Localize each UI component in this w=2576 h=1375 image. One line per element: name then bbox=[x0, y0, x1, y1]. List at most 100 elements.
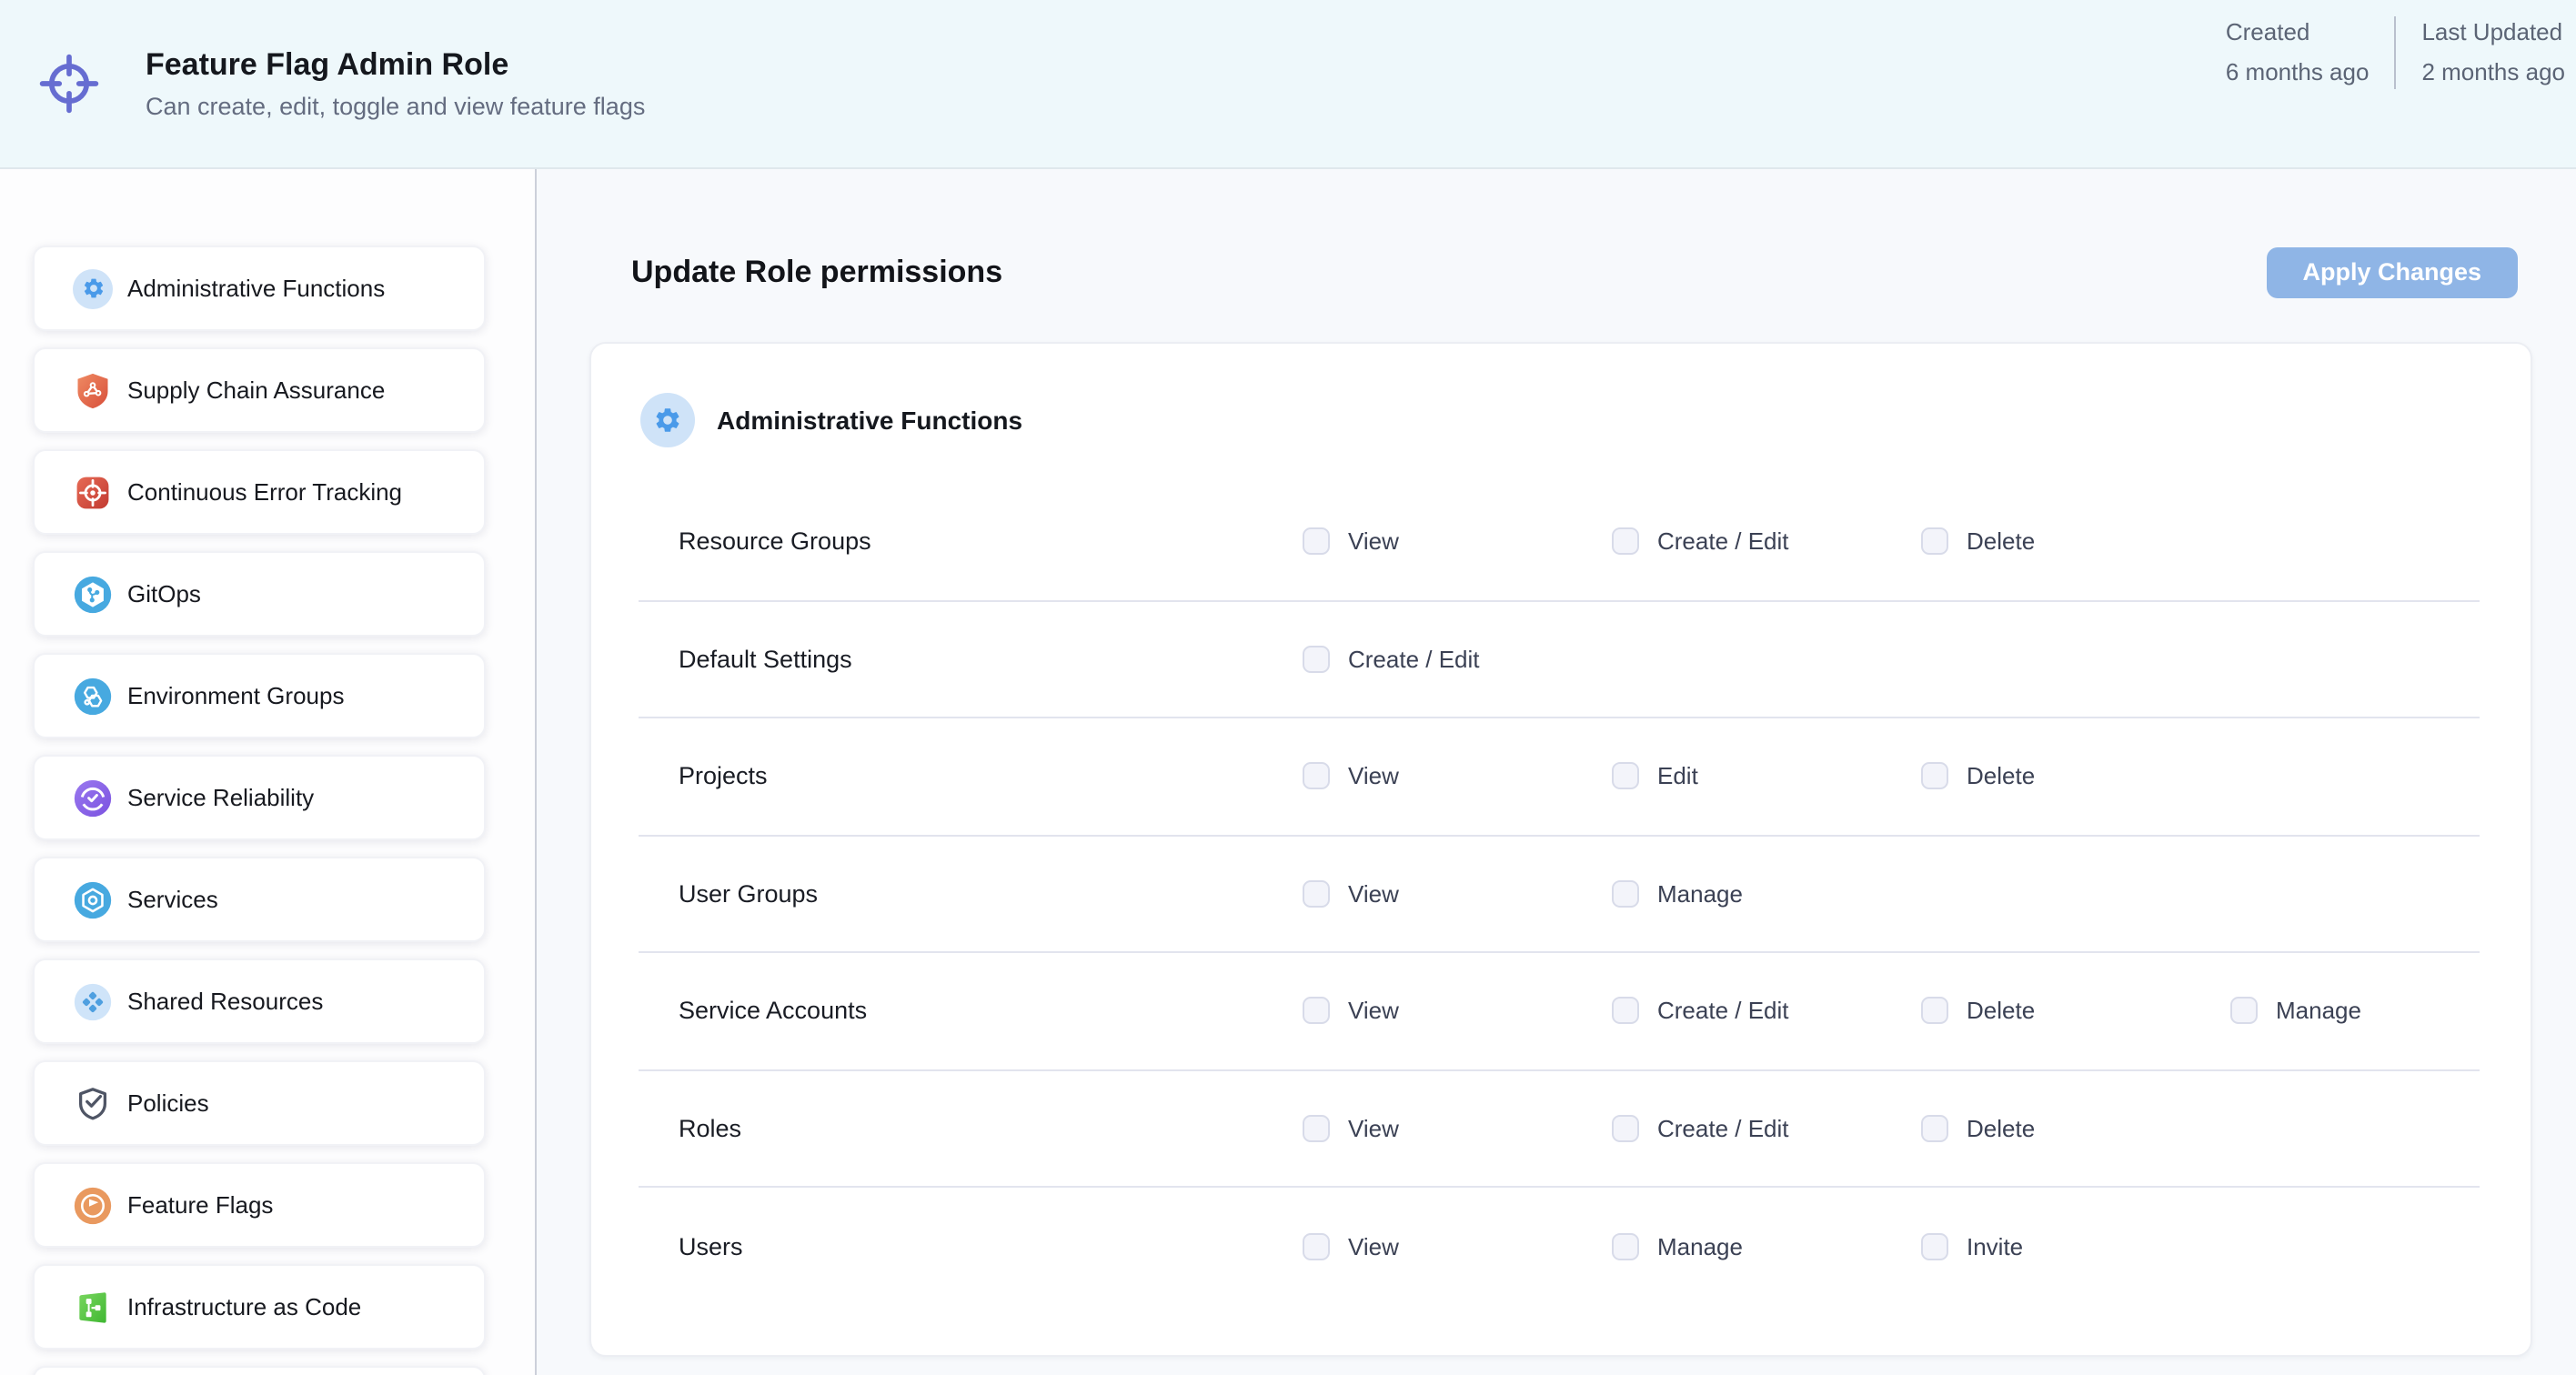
sidebar-item-infrastructure-as-code[interactable]: Infrastructure as Code bbox=[33, 1264, 486, 1350]
sidebar-item-administrative-functions[interactable]: Administrative Functions bbox=[33, 246, 486, 331]
checkbox-unchecked[interactable] bbox=[1612, 763, 1639, 790]
sidebar-item-shared-resources[interactable]: Shared Resources bbox=[33, 958, 486, 1044]
permission-option-view[interactable]: View bbox=[1303, 1115, 1612, 1142]
updated-value: 2 months ago bbox=[2421, 53, 2565, 93]
permission-option-view[interactable]: View bbox=[1303, 1233, 1612, 1260]
sidebar-item-continuous-error-tracking[interactable]: Continuous Error Tracking bbox=[33, 449, 486, 535]
sidebar-item-supply-chain-assurance[interactable]: Supply Chain Assurance bbox=[33, 347, 486, 433]
checkbox-unchecked[interactable] bbox=[1612, 528, 1639, 556]
permission-option-view[interactable]: View bbox=[1303, 528, 1612, 556]
checkbox-unchecked[interactable] bbox=[1303, 1115, 1330, 1142]
checkbox-unchecked[interactable] bbox=[1612, 998, 1639, 1025]
checkbox-label: Edit bbox=[1657, 763, 1698, 790]
permission-option-view[interactable]: View bbox=[1303, 763, 1612, 790]
permission-row-label: Roles bbox=[679, 1115, 1303, 1142]
gear-icon bbox=[73, 268, 113, 308]
checkbox-label: Manage bbox=[1657, 1233, 1743, 1260]
checkbox-unchecked[interactable] bbox=[1303, 528, 1330, 556]
checkbox-unchecked[interactable] bbox=[1612, 1233, 1639, 1260]
permission-option-create-edit[interactable]: Create / Edit bbox=[1612, 1115, 1921, 1142]
permission-row-label: User Groups bbox=[679, 880, 1303, 908]
target-icon bbox=[36, 51, 102, 116]
permission-option-view[interactable]: View bbox=[1303, 998, 1612, 1025]
permission-row-service-accounts: Service AccountsViewCreate / EditDeleteM… bbox=[639, 953, 2480, 1070]
page-subtitle: Can create, edit, toggle and view featur… bbox=[146, 93, 645, 120]
updated-meta: Last Updated 2 months ago bbox=[2421, 13, 2565, 93]
permission-option-create-edit[interactable]: Create / Edit bbox=[1612, 528, 1921, 556]
app-window: Feature Flag Admin Role Can create, edit… bbox=[0, 0, 2576, 1375]
permission-row-label: Users bbox=[679, 1233, 1303, 1260]
sidebar-item-partial[interactable] bbox=[33, 1366, 486, 1375]
checkbox-unchecked[interactable] bbox=[1612, 1115, 1639, 1142]
created-meta: Created 6 months ago bbox=[2226, 13, 2370, 93]
permission-row-resource-groups: Resource Groups View Create / EditDelete bbox=[639, 484, 2480, 601]
checkbox-unchecked[interactable] bbox=[1303, 646, 1330, 673]
permission-row-user-groups: User Groups View Manage bbox=[639, 836, 2480, 953]
checkbox-unchecked[interactable] bbox=[1921, 998, 1948, 1025]
permission-option-manage[interactable]: Manage bbox=[1612, 880, 1921, 908]
permission-option-delete[interactable]: Delete bbox=[1921, 998, 2230, 1025]
checkbox-label: Delete bbox=[1967, 763, 2035, 790]
checkbox-label: Invite bbox=[1967, 1233, 2023, 1260]
permissions-card-title: Administrative Functions bbox=[717, 406, 1022, 435]
permission-row-label: Default Settings bbox=[679, 646, 1303, 673]
checkbox-unchecked[interactable] bbox=[2230, 998, 2258, 1025]
checkbox-label: Manage bbox=[1657, 880, 1743, 908]
shield-network-icon bbox=[73, 370, 113, 410]
hexagon-nut-icon bbox=[73, 879, 113, 919]
checkbox-unchecked[interactable] bbox=[1921, 763, 1948, 790]
sidebar-item-services[interactable]: Services bbox=[33, 857, 486, 942]
permission-option-edit[interactable]: Edit bbox=[1612, 763, 1921, 790]
sidebar-item-label: Supply Chain Assurance bbox=[127, 376, 385, 404]
sidebar-item-label: Environment Groups bbox=[127, 682, 344, 709]
permission-option-manage[interactable]: Manage bbox=[2230, 998, 2483, 1025]
apply-changes-button[interactable]: Apply Changes bbox=[2266, 246, 2518, 297]
permission-option-view[interactable]: View bbox=[1303, 880, 1612, 908]
section-heading: Update Role permissions bbox=[631, 254, 1002, 290]
sidebar-item-service-reliability[interactable]: Service Reliability bbox=[33, 755, 486, 840]
shield-check-icon bbox=[73, 1083, 113, 1123]
resource-sidebar: Administrative Functions Supply Chain Ass… bbox=[0, 169, 537, 1375]
checkbox-unchecked[interactable] bbox=[1921, 1233, 1948, 1260]
permission-row-projects: ProjectsView Edit Delete bbox=[639, 718, 2480, 836]
permission-row-default-settings: Default Settings Create / Edit bbox=[639, 601, 2480, 718]
permissions-card: Administrative Functions Resource Groups… bbox=[589, 342, 2532, 1357]
sidebar-item-label: Shared Resources bbox=[127, 988, 323, 1015]
permission-row-label: Projects bbox=[679, 763, 1303, 790]
diamond-grid-icon bbox=[73, 981, 113, 1021]
sidebar-item-label: Continuous Error Tracking bbox=[127, 478, 402, 506]
checkbox-label: Create / Edit bbox=[1348, 646, 1480, 673]
gear-icon bbox=[640, 393, 695, 447]
sidebar-item-feature-flags[interactable]: Feature Flags bbox=[33, 1162, 486, 1248]
sidebar-item-gitops[interactable]: GitOps bbox=[33, 551, 486, 637]
permission-option-create-edit[interactable]: Create / Edit bbox=[1612, 998, 1921, 1025]
checkbox-label: Delete bbox=[1967, 998, 2035, 1025]
role-meta: Created 6 months ago Last Updated 2 mont… bbox=[2226, 13, 2565, 93]
checkbox-unchecked[interactable] bbox=[1303, 998, 1330, 1025]
sidebar-item-environment-groups[interactable]: Environment Groups bbox=[33, 653, 486, 738]
checkbox-label: View bbox=[1348, 528, 1399, 556]
created-value: 6 months ago bbox=[2226, 53, 2370, 93]
permission-row-label: Resource Groups bbox=[679, 528, 1303, 556]
checkbox-unchecked[interactable] bbox=[1612, 880, 1639, 908]
permission-row-roles: RolesView Create / Edit Delete bbox=[639, 1070, 2480, 1188]
permission-option-create-edit[interactable]: Create / Edit bbox=[1303, 646, 1612, 673]
checkbox-unchecked[interactable] bbox=[1303, 1233, 1330, 1260]
checkbox-unchecked[interactable] bbox=[1921, 528, 1948, 556]
permission-option-delete[interactable]: Delete bbox=[1921, 763, 2230, 790]
permission-option-delete[interactable]: Delete bbox=[1921, 528, 2230, 556]
person-check-icon bbox=[73, 778, 113, 818]
checkbox-label: Create / Edit bbox=[1657, 1115, 1789, 1142]
sidebar-item-label: Administrative Functions bbox=[127, 275, 385, 302]
meta-divider bbox=[2394, 16, 2396, 89]
permission-option-invite[interactable]: Invite bbox=[1921, 1233, 2230, 1260]
sidebar-item-policies[interactable]: Policies bbox=[33, 1060, 486, 1146]
permission-option-manage[interactable]: Manage bbox=[1612, 1233, 1921, 1260]
hexagon-group-icon bbox=[73, 676, 113, 716]
checkbox-label: View bbox=[1348, 880, 1399, 908]
permission-option-delete[interactable]: Delete bbox=[1921, 1115, 2230, 1142]
checkbox-label: Delete bbox=[1967, 1115, 2035, 1142]
checkbox-unchecked[interactable] bbox=[1303, 880, 1330, 908]
checkbox-unchecked[interactable] bbox=[1303, 763, 1330, 790]
checkbox-unchecked[interactable] bbox=[1921, 1115, 1948, 1142]
